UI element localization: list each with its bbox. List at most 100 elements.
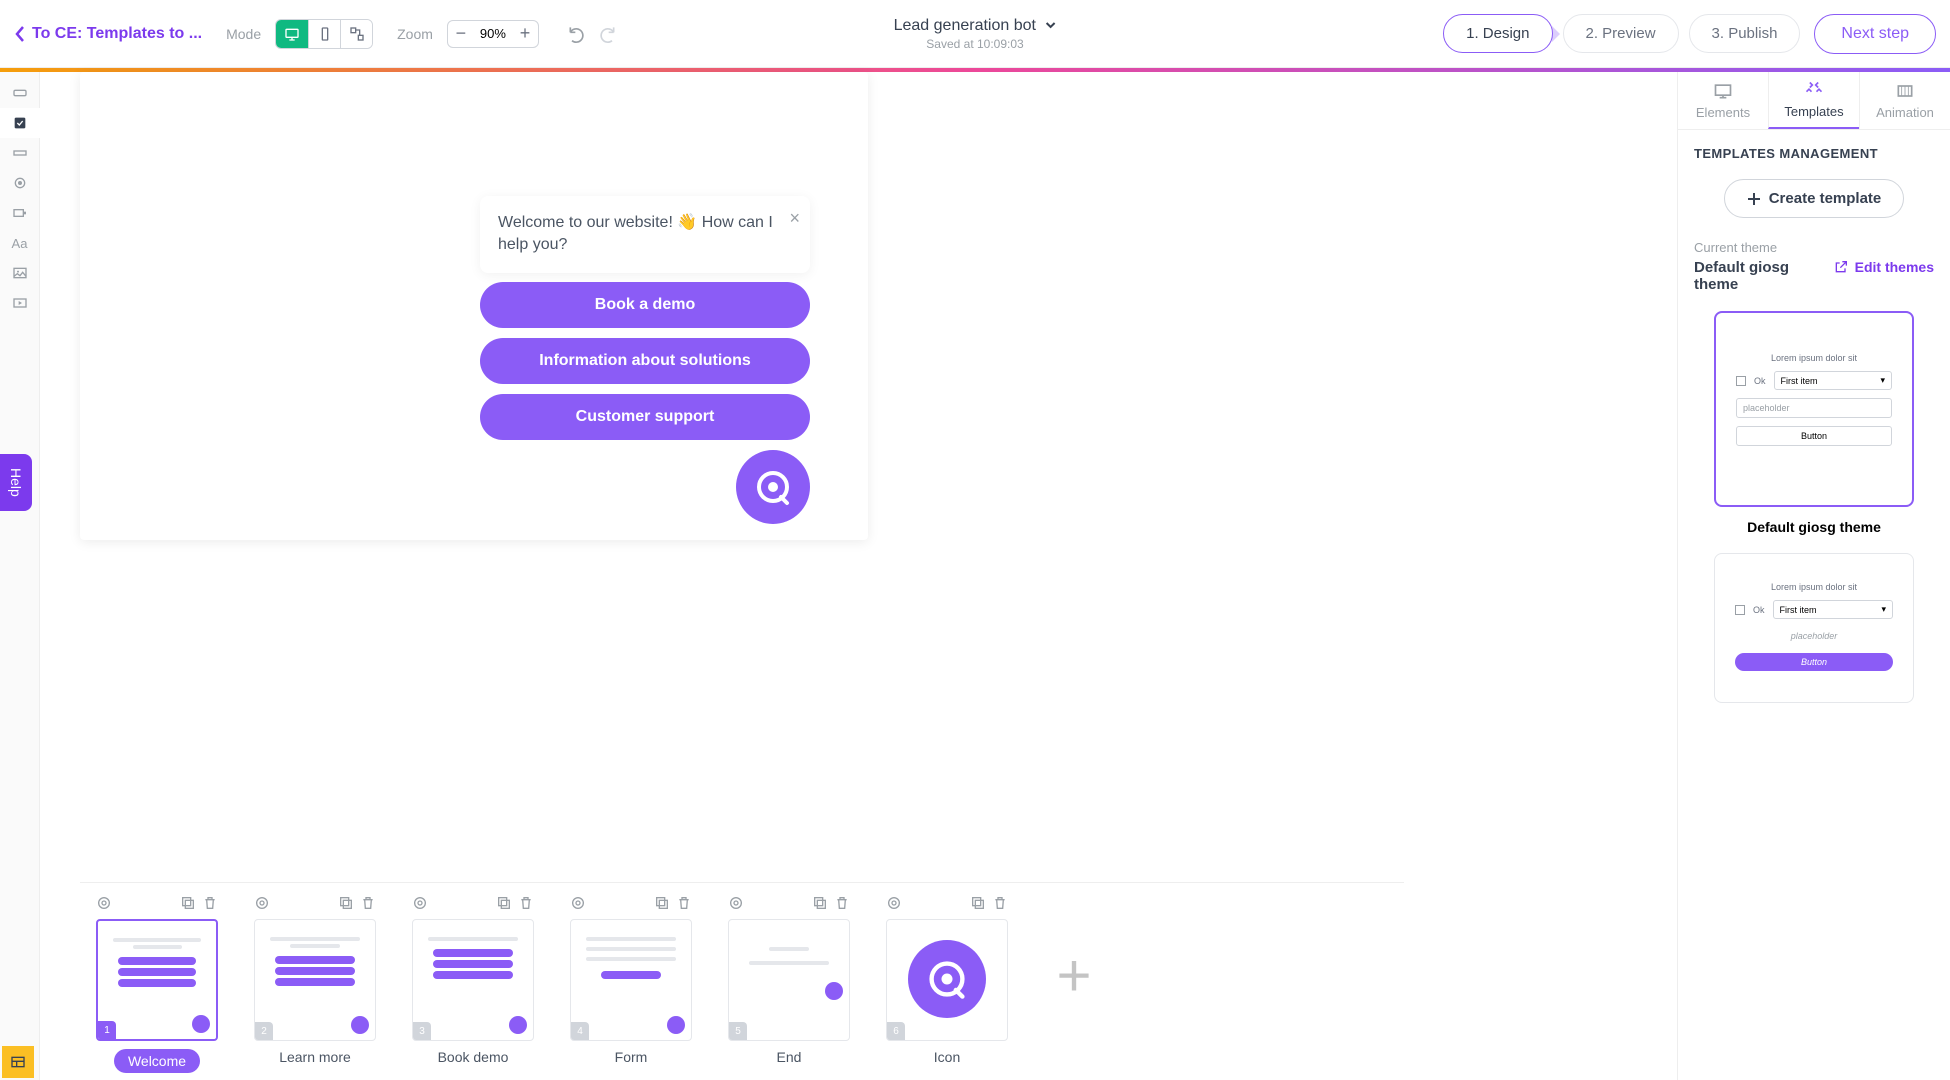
- card-button: Button: [1735, 653, 1893, 671]
- copy-icon[interactable]: [812, 895, 828, 911]
- copy-icon[interactable]: [496, 895, 512, 911]
- create-template-button[interactable]: Create template: [1724, 179, 1905, 218]
- flow-icon: [349, 26, 365, 42]
- card-placeholder: placeholder: [1735, 627, 1893, 645]
- current-theme-row: Default giosg theme Edit themes: [1694, 259, 1934, 293]
- canvas-area[interactable]: Welcome to our website! 👋 How can I help…: [40, 72, 1677, 1080]
- plus-icon: [1747, 192, 1761, 206]
- theme-card-alt[interactable]: Lorem ipsum dolor sit Ok First item▾ pla…: [1714, 553, 1914, 703]
- slide-form: 4 Form: [570, 895, 692, 1080]
- tool-input[interactable]: [0, 138, 40, 168]
- card-select: First item▾: [1773, 600, 1893, 619]
- panel-tabs: Elements Templates Animation: [1678, 72, 1950, 130]
- slide-thumb[interactable]: 1: [96, 919, 218, 1041]
- card-text: Lorem ipsum dolor sit: [1771, 353, 1857, 363]
- templates-icon: [1804, 80, 1824, 100]
- trash-icon[interactable]: [834, 895, 850, 911]
- slide-thumb[interactable]: 3: [412, 919, 534, 1041]
- theme-card-default[interactable]: Lorem ipsum dolor sit Ok First item▾ pla…: [1714, 311, 1914, 507]
- panel-body: TEMPLATES MANAGEMENT Create template Cur…: [1678, 130, 1950, 1080]
- target-icon[interactable]: [570, 895, 586, 911]
- tool-text[interactable]: Aa: [0, 228, 40, 258]
- slide-thumb[interactable]: 2: [254, 919, 376, 1041]
- mode-flow-button[interactable]: [340, 20, 372, 48]
- zoom-value: 90%: [474, 26, 512, 41]
- back-link-label: To CE: Templates to ...: [32, 25, 202, 43]
- tab-animation[interactable]: Animation: [1859, 72, 1950, 129]
- input-icon: [12, 145, 28, 161]
- undo-redo-group: [567, 24, 617, 44]
- target-icon[interactable]: [254, 895, 270, 911]
- chat-option-information[interactable]: Information about solutions: [480, 338, 810, 384]
- trash-icon[interactable]: [518, 895, 534, 911]
- trash-icon[interactable]: [202, 895, 218, 911]
- step-preview[interactable]: 2. Preview: [1563, 14, 1679, 53]
- tool-image[interactable]: [0, 258, 40, 288]
- slide-end: 5 End: [728, 895, 850, 1080]
- layout-icon: [10, 1054, 26, 1070]
- edit-themes-link[interactable]: Edit themes: [1833, 259, 1934, 275]
- panel-heading: TEMPLATES MANAGEMENT: [1694, 146, 1934, 161]
- image-icon: [12, 265, 28, 281]
- slide-welcome: 1 Welcome: [96, 895, 218, 1080]
- tab-templates[interactable]: Templates: [1768, 72, 1859, 129]
- tool-form[interactable]: [0, 198, 40, 228]
- slide-thumb[interactable]: 4: [570, 919, 692, 1041]
- external-link-icon: [1833, 259, 1849, 275]
- slide-thumb[interactable]: 5: [728, 919, 850, 1041]
- target-icon[interactable]: [412, 895, 428, 911]
- close-icon[interactable]: ×: [789, 206, 800, 231]
- slide-icon: 6 Icon: [886, 895, 1008, 1080]
- add-slide-button[interactable]: +: [1044, 945, 1104, 1005]
- slide-label: End: [777, 1049, 802, 1065]
- card-text: Lorem ipsum dolor sit: [1771, 582, 1857, 592]
- chat-option-support[interactable]: Customer support: [480, 394, 810, 440]
- steps-nav: 1. Design 2. Preview 3. Publish: [1443, 14, 1800, 53]
- copy-icon[interactable]: [338, 895, 354, 911]
- card-checkbox: [1736, 376, 1746, 386]
- zoom-group: − 90% +: [447, 20, 539, 48]
- copy-icon[interactable]: [180, 895, 196, 911]
- tool-video[interactable]: [0, 288, 40, 318]
- animation-icon: [1895, 81, 1915, 101]
- copy-icon[interactable]: [654, 895, 670, 911]
- undo-icon[interactable]: [567, 24, 587, 44]
- target-icon[interactable]: [728, 895, 744, 911]
- mode-mobile-button[interactable]: [308, 20, 340, 48]
- next-step-button[interactable]: Next step: [1814, 14, 1936, 54]
- card-placeholder: placeholder: [1736, 398, 1892, 418]
- tool-radio[interactable]: [0, 168, 40, 198]
- slide-label: Welcome: [114, 1049, 200, 1073]
- trash-icon[interactable]: [992, 895, 1008, 911]
- title-block: Lead generation bot Saved at 10:09:03: [894, 17, 1057, 51]
- card-checkbox: [1735, 605, 1745, 615]
- tab-elements[interactable]: Elements: [1678, 72, 1768, 129]
- redo-icon[interactable]: [597, 24, 617, 44]
- help-tab[interactable]: Help: [0, 454, 32, 511]
- slide-label: Book demo: [438, 1049, 509, 1065]
- corner-badge[interactable]: [2, 1046, 34, 1078]
- step-design[interactable]: 1. Design: [1443, 14, 1552, 53]
- trash-icon[interactable]: [360, 895, 376, 911]
- project-title[interactable]: Lead generation bot: [894, 17, 1057, 35]
- tool-checkbox[interactable]: [0, 108, 40, 138]
- card-ok: Ok: [1754, 376, 1766, 386]
- copy-icon[interactable]: [970, 895, 986, 911]
- chat-welcome-bubble[interactable]: Welcome to our website! 👋 How can I help…: [480, 196, 810, 273]
- slide-number: 6: [887, 1022, 905, 1040]
- zoom-out-button[interactable]: −: [448, 21, 474, 47]
- target-icon[interactable]: [96, 895, 112, 911]
- step-publish[interactable]: 3. Publish: [1689, 14, 1801, 53]
- button-icon: [12, 85, 28, 101]
- target-icon[interactable]: [886, 895, 902, 911]
- zoom-in-button[interactable]: +: [512, 21, 538, 47]
- chat-avatar[interactable]: [736, 450, 810, 524]
- slide-thumb[interactable]: 6: [886, 919, 1008, 1041]
- mode-desktop-button[interactable]: [276, 20, 308, 48]
- tool-button[interactable]: [0, 78, 40, 108]
- trash-icon[interactable]: [676, 895, 692, 911]
- mobile-icon: [317, 26, 333, 42]
- current-theme-name: Default giosg theme: [1694, 259, 1814, 293]
- chat-option-book-demo[interactable]: Book a demo: [480, 282, 810, 328]
- back-link[interactable]: To CE: Templates to ...: [14, 25, 202, 43]
